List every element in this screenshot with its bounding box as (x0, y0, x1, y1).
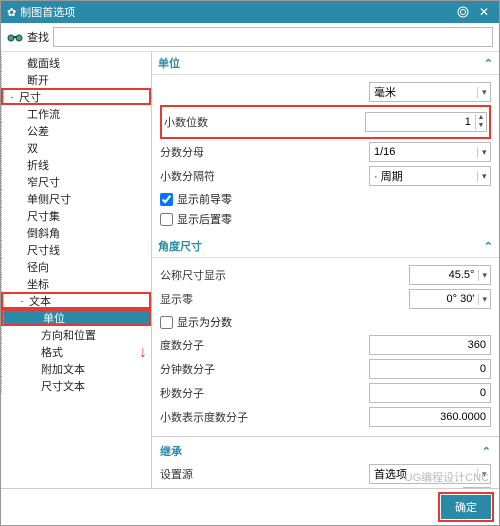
trailing-zero-checkbox[interactable]: 显示后置零 (160, 209, 491, 229)
tree-item-label: 公差 (27, 123, 49, 139)
tree-item[interactable]: 工作流 (1, 105, 151, 122)
tree-item-label: 尺寸 (19, 89, 41, 105)
gear-icon: ✿ (7, 6, 16, 19)
tree-item-label: 坐标 (27, 276, 49, 292)
decimals-spinner[interactable]: ▲▼ (365, 112, 487, 132)
units-unit-select[interactable]: ▾ (369, 82, 491, 102)
tree-item[interactable]: 窄尺寸 (1, 173, 151, 190)
tree-item[interactable]: 格式 (1, 343, 151, 360)
ok-button[interactable]: 确定 (441, 495, 491, 519)
nominal-label: 公称尺寸显示 (160, 267, 409, 283)
tree-item-label: 断开 (27, 72, 49, 88)
tree-item-label: 方向和位置 (41, 327, 96, 343)
tree-item[interactable]: 坐标 (1, 275, 151, 292)
inherit-header[interactable]: 继承 ⌃ (160, 441, 491, 461)
tree-pane[interactable]: 截面线断开-尺寸工作流公差双折线窄尺寸单侧尺寸尺寸集倒斜角尺寸线径向坐标-文本单… (1, 52, 152, 488)
zero-select[interactable]: ▾ (409, 289, 491, 309)
chevron-down-icon[interactable]: ▾ (477, 469, 490, 480)
deg-num-label: 度数分子 (160, 337, 369, 353)
tree-item[interactable]: -尺寸 (1, 88, 151, 105)
sep-select[interactable]: ▾ (369, 166, 491, 186)
search-label: 查找 (27, 29, 49, 45)
leading-zero-checkbox[interactable]: 显示前导零 (160, 189, 491, 209)
spin-down-icon[interactable]: ▼ (476, 122, 486, 130)
chevron-up-icon[interactable]: ⌃ (484, 240, 493, 253)
detail-pane: 单位 ⌃ ▾ 小数位数 ▲▼ 分数分 (152, 52, 499, 488)
tree-item[interactable]: 附加文本 (1, 360, 151, 377)
decimals-highlight: 小数位数 ▲▼ (160, 105, 491, 139)
tree-item-label: 文本 (29, 293, 51, 309)
min-num-input[interactable] (369, 359, 491, 379)
collapse-icon[interactable]: - (7, 92, 17, 102)
decimals-label: 小数位数 (164, 114, 365, 130)
show-as-fraction-checkbox[interactable]: 显示为分数 (160, 312, 491, 332)
chevron-down-icon[interactable]: ▾ (478, 270, 490, 281)
chevron-up-icon[interactable]: ⌃ (482, 445, 491, 458)
spin-up-icon[interactable]: ▲ (476, 114, 486, 122)
tree-item[interactable]: 单侧尺寸 (1, 190, 151, 207)
red-arrow-annotation: ↓ (139, 344, 147, 362)
tree-item[interactable]: 公差 (1, 122, 151, 139)
denom-select[interactable]: ▾ (369, 142, 491, 162)
sec-num-label: 秒数分子 (160, 385, 369, 401)
tree-item-label: 尺寸线 (27, 242, 60, 258)
tree-item-label: 尺寸集 (27, 208, 60, 224)
tree-item-label: 单位 (43, 310, 65, 326)
tree-item-label: 窄尺寸 (27, 174, 60, 190)
section-angle-title: 角度尺寸 (158, 238, 484, 254)
tree-item[interactable]: 方向和位置 (1, 326, 151, 343)
zero-label: 显示零 (160, 291, 409, 307)
section-units-title: 单位 (158, 55, 484, 71)
tree-item[interactable]: -文本 (1, 292, 151, 309)
section-units-header[interactable]: 单位 ⌃ (152, 52, 499, 75)
tree-item-label: 双 (27, 140, 38, 156)
chevron-down-icon[interactable]: ▾ (477, 87, 490, 98)
denom-label: 分数分母 (160, 144, 369, 160)
collapse-icon[interactable]: - (17, 296, 27, 306)
tree-item[interactable]: 尺寸文本 (1, 377, 151, 394)
help-button[interactable] (457, 6, 475, 18)
tree-item-label: 尺寸文本 (41, 378, 85, 394)
source-select[interactable]: ▾ (369, 464, 491, 484)
titlebar: ✿ 制图首选项 ✕ (1, 1, 499, 23)
tree-item-label: 格式 (41, 344, 63, 360)
chevron-down-icon[interactable]: ▾ (478, 294, 490, 305)
tree-item[interactable]: 折线 (1, 156, 151, 173)
sec-num-input[interactable] (369, 383, 491, 403)
tree-item-label: 径向 (27, 259, 49, 275)
tree-item[interactable]: 尺寸集 (1, 207, 151, 224)
tree-item-label: 附加文本 (41, 361, 85, 377)
tree-item[interactable]: 单位 (1, 309, 151, 326)
tree-item[interactable]: 截面线 (1, 54, 151, 71)
section-angle-header[interactable]: 角度尺寸 ⌃ (152, 235, 499, 258)
search-row: 查找 (1, 23, 499, 52)
min-num-label: 分钟数分子 (160, 361, 369, 377)
tree-item-label: 截面线 (27, 55, 60, 71)
close-button[interactable]: ✕ (475, 5, 493, 19)
tree-item-label: 单侧尺寸 (27, 191, 71, 207)
sep-label: 小数分隔符 (160, 168, 369, 184)
chevron-down-icon[interactable]: ▾ (477, 147, 490, 158)
dec-deg-label: 小数表示度数分子 (160, 409, 369, 425)
tree-item[interactable]: 断开 (1, 71, 151, 88)
tree-item-label: 倒斜角 (27, 225, 60, 241)
footer: UG编程设计CNC 确定 (1, 488, 499, 525)
tree-item[interactable]: 尺寸线 (1, 241, 151, 258)
chevron-down-icon[interactable]: ▾ (477, 171, 490, 182)
nominal-select[interactable]: ▾ (409, 265, 491, 285)
source-label: 设置源 (160, 466, 369, 482)
tree-item[interactable]: 倒斜角 (1, 224, 151, 241)
tree-item[interactable]: 双 (1, 139, 151, 156)
dec-deg-input[interactable] (369, 407, 491, 427)
deg-num-input[interactable] (369, 335, 491, 355)
search-input[interactable] (53, 27, 493, 47)
window-title: 制图首选项 (20, 4, 457, 20)
tree-item-label: 折线 (27, 157, 49, 173)
binoculars-icon (7, 31, 23, 43)
tree-item-label: 工作流 (27, 106, 60, 122)
tree-item[interactable]: 径向 (1, 258, 151, 275)
chevron-up-icon[interactable]: ⌃ (484, 57, 493, 70)
